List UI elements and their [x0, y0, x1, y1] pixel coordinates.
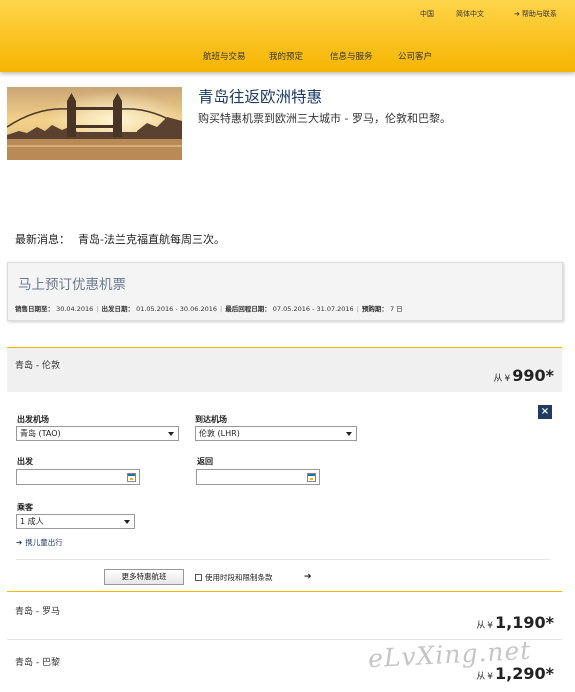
terms-link[interactable]: 使用时段和限制条款: [195, 572, 273, 583]
price-currency: ¥: [487, 672, 494, 682]
divider: [16, 559, 550, 560]
nav-my-bookings[interactable]: 我的预定: [269, 50, 303, 62]
price-from: 从: [476, 672, 486, 682]
child-link-label: 携儿童出行: [25, 538, 63, 547]
passengers-label: 乘客: [17, 503, 33, 512]
promo-image-tower-bridge: [7, 87, 182, 160]
help-contact-label: 帮助与联系: [521, 10, 557, 18]
origin-label: 出发机场: [17, 415, 49, 424]
offer-box: 马上预订优惠机票 销售日期至： 30.04.2016 | 出发日期： 01.05.2…: [7, 262, 563, 321]
nav-info-service[interactable]: 信息与服务: [330, 50, 373, 62]
promo-title: 青岛往返欧洲特惠: [198, 88, 323, 106]
route-price: 从 ¥990*: [493, 366, 554, 385]
route-name: 青岛 - 巴黎: [15, 658, 60, 668]
price-currency: ¥: [504, 374, 511, 384]
route-row-rome[interactable]: 青岛 - 罗马 从 ¥1,190*: [7, 594, 562, 640]
offer-meta: 销售日期至： 30.04.2016 | 出发日期： 01.05.2016 - 30.…: [15, 305, 403, 313]
passengers-value: 1 成人: [20, 517, 44, 526]
language-selector[interactable]: 简体中文: [456, 9, 484, 19]
return-date-input[interactable]: [196, 469, 320, 485]
calendar-icon[interactable]: [127, 473, 136, 482]
arrow-right-icon: ➔: [514, 10, 520, 18]
news-text: 青岛-法兰克福直航每周三次。: [78, 233, 225, 246]
travel-with-children-link[interactable]: ➔ 携儿童出行: [16, 537, 63, 548]
price-amount: 990*: [512, 366, 554, 385]
destination-select[interactable]: 伦敦 (LHR): [195, 426, 357, 441]
nav-corporate[interactable]: 公司客户: [398, 50, 432, 62]
calendar-icon[interactable]: [307, 473, 316, 482]
depart-label: 出发: [17, 457, 33, 466]
route-name: 青岛 - 罗马: [15, 607, 60, 617]
price-amount: 1,190*: [495, 613, 554, 632]
price-currency: ¥: [487, 621, 494, 631]
chevron-down-icon: [168, 432, 174, 436]
passengers-select[interactable]: 1 成人: [16, 514, 135, 529]
depart-date-label: 出发日期：: [101, 305, 135, 313]
offer-title: 马上预订优惠机票: [18, 277, 126, 293]
terms-label: 使用时段和限制条款: [205, 573, 273, 582]
return-date-label: 最后回程日期：: [225, 305, 271, 313]
depart-date-input[interactable]: [16, 469, 140, 485]
origin-value: 青岛 (TAO): [20, 429, 61, 438]
destination-value: 伦敦 (LHR): [199, 429, 240, 438]
advance-label: 预购期：: [361, 305, 388, 313]
latest-news: 最新消息： 青岛-法兰克福直航每周三次。: [15, 231, 225, 247]
origin-select[interactable]: 青岛 (TAO): [16, 426, 179, 441]
arrow-right-icon: ➔: [16, 538, 23, 547]
chevron-down-icon: [124, 520, 130, 524]
chevron-down-icon: [346, 432, 352, 436]
route-name: 青岛 - 伦敦: [15, 361, 60, 371]
site-header: 中国 简体中文 ➔ 帮助与联系 航班与交易 我的预定 信息与服务 公司客户: [0, 0, 575, 72]
price-from: 从: [476, 621, 486, 631]
return-date-value: 07.05.2016 - 31.07.2016: [272, 305, 354, 313]
more-offers-button[interactable]: 更多特惠航班: [104, 569, 184, 585]
promo-subtitle: 购买特惠机票到欧洲三大城市 - 罗马，伦敦和巴黎。: [198, 112, 451, 125]
price-amount: 1,290*: [495, 664, 554, 683]
return-label: 返回: [197, 457, 213, 466]
route-price: 从 ¥1,190*: [476, 613, 554, 632]
country-selector[interactable]: 中国: [420, 9, 434, 19]
arrow-right-icon[interactable]: ➔: [304, 572, 312, 582]
booking-form: × 出发机场 青岛 (TAO) 到达机场 伦敦 (LHR) 出发 返回 乘客 1…: [7, 392, 562, 592]
document-icon: [195, 574, 202, 581]
destination-label: 到达机场: [195, 415, 227, 424]
depart-date-value: 01.05.2016 - 30.06.2016: [136, 305, 217, 313]
price-from: 从: [493, 374, 503, 384]
help-contact-link[interactable]: ➔ 帮助与联系: [514, 9, 557, 19]
nav-flights-deals[interactable]: 航班与交易: [203, 50, 246, 62]
close-icon[interactable]: ×: [538, 405, 552, 419]
sale-date-label: 销售日期至：: [15, 305, 54, 313]
route-row-london[interactable]: 青岛 - 伦敦 从 ¥990*: [7, 347, 562, 392]
sale-date-value: 30.04.2016: [56, 305, 94, 313]
news-label: 最新消息：: [15, 233, 70, 246]
advance-value: 7 日: [389, 305, 403, 313]
